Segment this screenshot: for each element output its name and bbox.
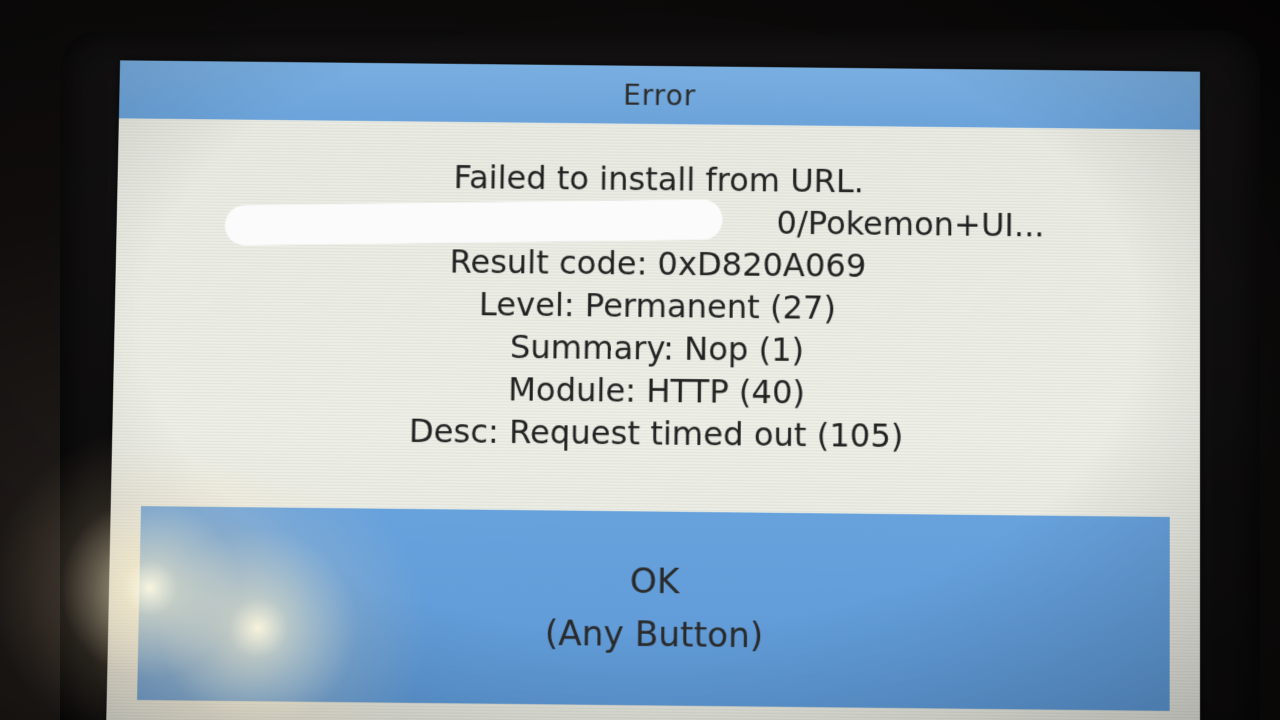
error-message: Failed to install from URL. 0/Pokemon+UI… [112,152,1200,460]
ok-button[interactable]: OK (Any Button) [137,506,1170,711]
photo-frame: Error Failed to install from URL. 0/Poke… [0,0,1280,720]
dialog-titlebar: Error [118,60,1201,130]
redaction-mark [224,199,723,246]
ok-button-sublabel: (Any Button) [544,613,764,657]
dialog-title: Error [622,78,697,112]
ok-button-label: OK [629,561,680,603]
device-screen: Error Failed to install from URL. 0/Poke… [106,60,1201,720]
url-fragment: 0/Pokemon+UI... [776,203,1045,245]
